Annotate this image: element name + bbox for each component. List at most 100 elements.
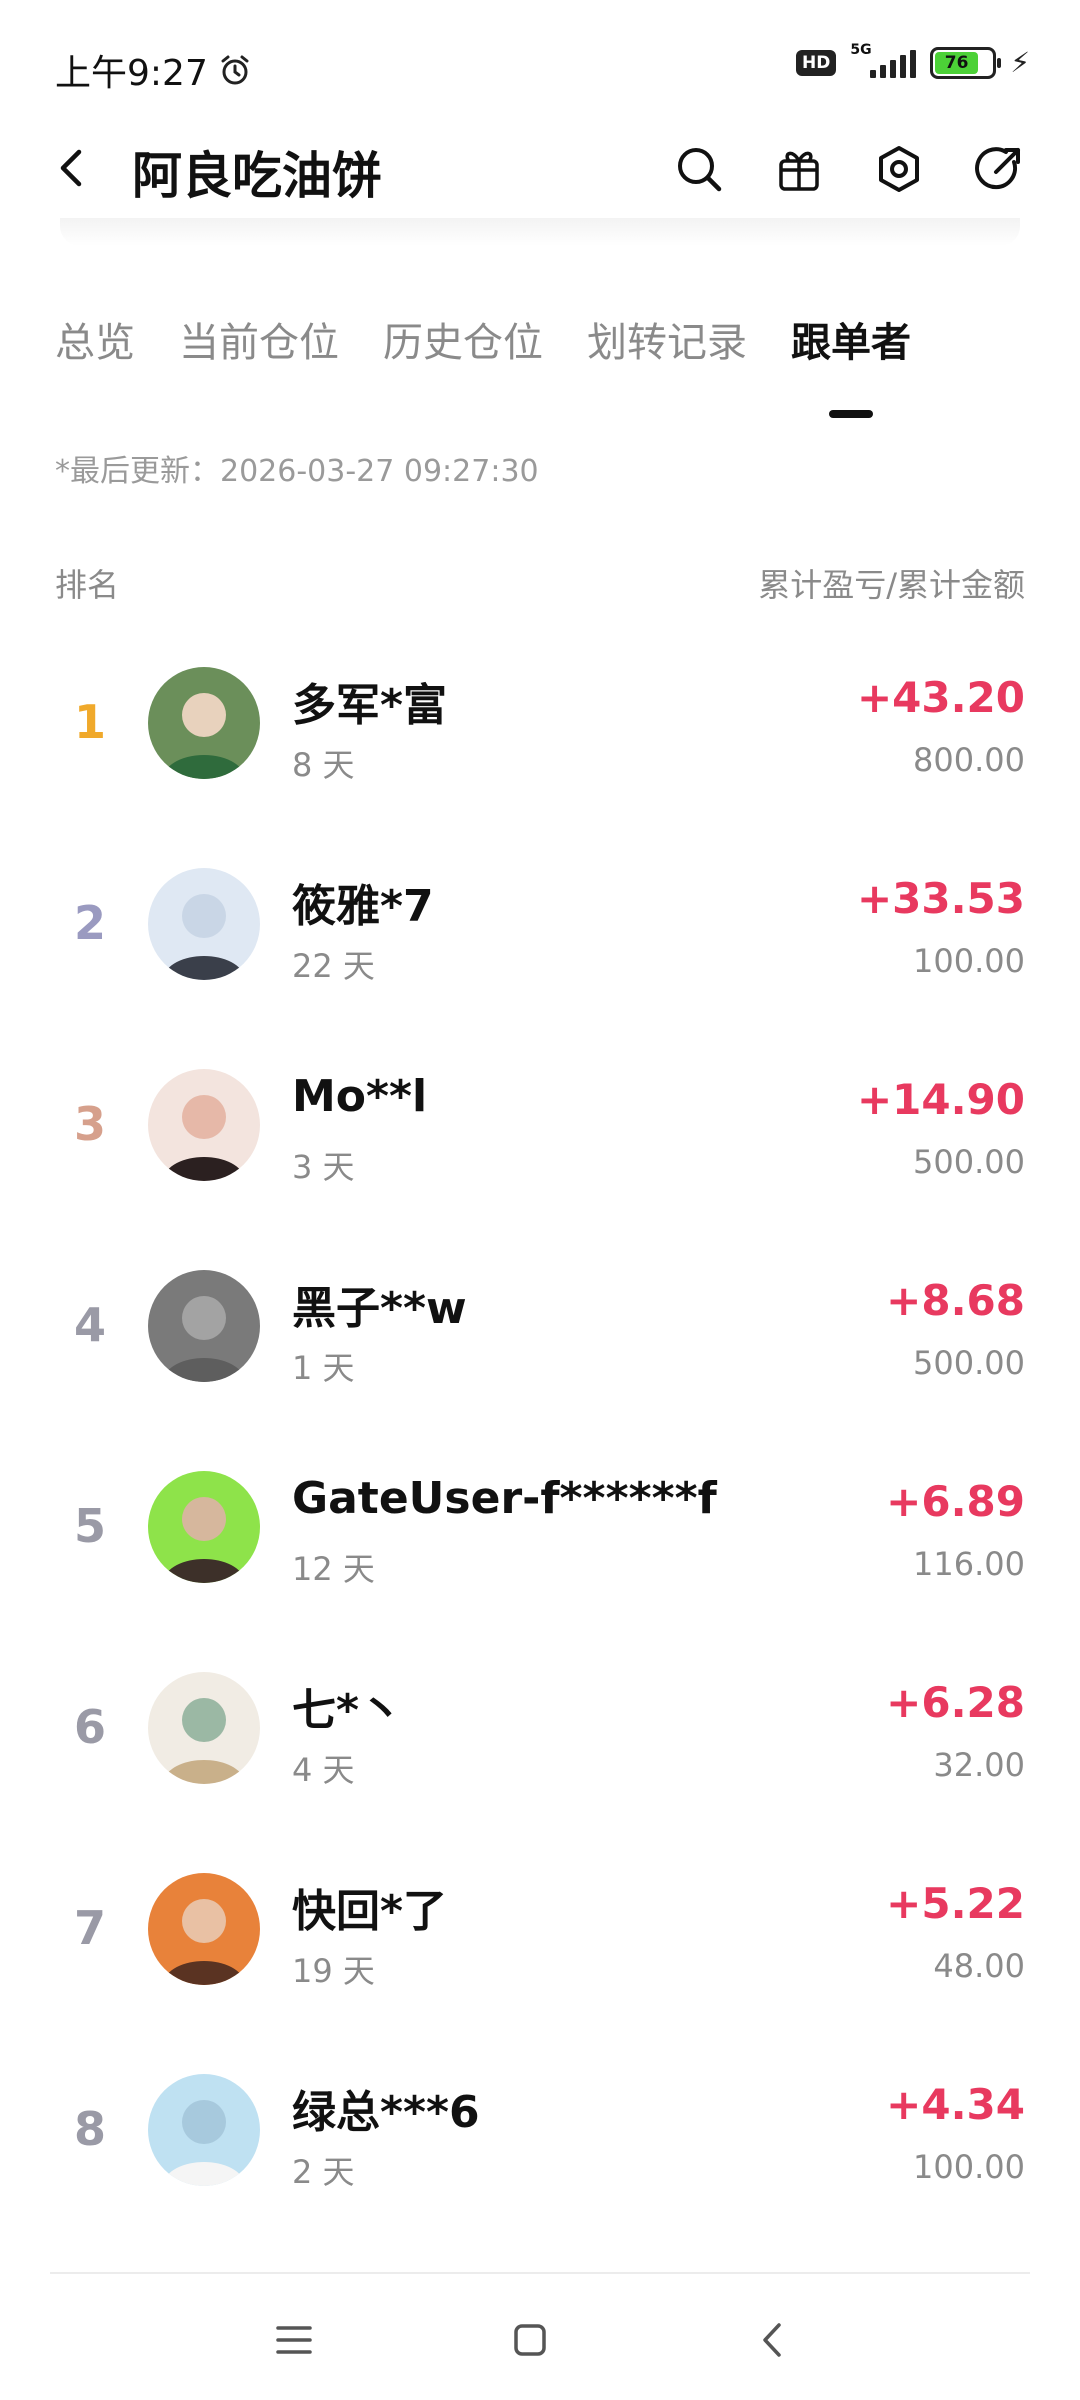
follow-days: 22 天 [292,947,375,985]
follow-days: 19 天 [292,1952,375,1990]
settings-button[interactable] [868,138,930,200]
avatar-image [148,1873,260,1985]
rank-number: 1 [73,695,106,749]
avatar-image [148,868,260,980]
cumulative-amount: 48.00 [933,1947,1025,1985]
status-bar: 上午9:27 HD 5G 76 ⚡ [0,0,1080,130]
follower-row[interactable]: 8 绿总***6 2 天 +4.34 100.00 [0,2032,1080,2233]
tab-bar: 总览 当前仓位 历史仓位 划转记录 跟单者 [55,310,911,418]
nav-back-button[interactable] [742,2310,802,2370]
cumulative-amount: 32.00 [933,1746,1025,1784]
follower-row[interactable]: 6 七*丶 4 天 +6.28 32.00 [0,1630,1080,1831]
avatar[interactable] [148,1471,260,1583]
tab-label: 当前仓位 [179,320,339,366]
nav-divider [50,2272,1030,2274]
tab-label: 历史仓位 [383,320,543,366]
rank-number: 4 [73,1298,106,1352]
nav-back-icon [763,2323,781,2357]
status-indicators: HD 5G 76 ⚡ [795,42,1030,79]
avatar-image [148,1471,260,1583]
rank-number: 8 [73,2102,106,2156]
tab-label: 划转记录 [587,320,747,366]
cumulative-pnl: +14.90 [856,1075,1025,1124]
alarm-icon [221,55,249,85]
network-type: 5G [850,41,872,58]
signal-icon: 5G [850,42,917,78]
follow-days: 8 天 [292,746,355,784]
avatar[interactable] [148,1069,260,1181]
share-button[interactable] [968,138,1030,200]
follower-row[interactable]: 3 Mo**l 3 天 +14.90 500.00 [0,1027,1080,1228]
tab-label: 总览 [55,320,135,366]
search-button[interactable] [668,138,730,200]
battery-percent: 76 [944,52,969,73]
search-icon [678,148,722,192]
menu-button[interactable] [264,2310,324,2370]
follower-row[interactable]: 2 筱雅*7 22 天 +33.53 100.00 [0,826,1080,1027]
cumulative-pnl: +6.89 [886,1477,1025,1526]
follower-name: 多军*富 [292,680,448,731]
follow-days: 4 天 [292,1751,355,1789]
follow-days: 3 天 [292,1148,355,1186]
cumulative-amount: 100.00 [913,2148,1025,2186]
header-actions [668,138,1030,200]
tab-current-positions[interactable]: 当前仓位 [179,310,339,368]
rank-number: 3 [73,1097,106,1151]
active-tab-indicator [829,410,873,418]
status-time-text: 上午9:27 [55,53,208,94]
home-button[interactable] [500,2310,560,2370]
column-pnl-amount: 累计盈亏/累计金额 [758,566,1025,604]
battery-icon: 76 [930,46,1002,79]
cumulative-amount: 100.00 [913,942,1025,980]
cumulative-amount: 800.00 [913,741,1025,779]
avatar[interactable] [148,1270,260,1382]
cumulative-pnl: +43.20 [856,673,1025,722]
follow-days: 12 天 [292,1550,375,1588]
app-header: 阿良吃油饼 [0,120,1080,220]
follower-name: Mo**l [292,1071,428,1122]
back-button[interactable] [42,138,102,198]
follower-name: 快回*了 [292,1886,448,1937]
avatar[interactable] [148,868,260,980]
avatar-image [148,1672,260,1784]
home-square-icon [514,2324,546,2356]
cumulative-pnl: +5.22 [886,1879,1025,1928]
gift-button[interactable] [768,138,830,200]
follower-row[interactable]: 1 多军*富 8 天 +43.20 800.00 [0,625,1080,826]
follower-name: GateUser-f******f [292,1473,717,1524]
tab-label: 跟单者 [791,320,911,366]
cumulative-amount: 500.00 [913,1143,1025,1181]
follow-days: 2 天 [292,2153,355,2191]
tab-transfer-records[interactable]: 划转记录 [587,310,747,368]
status-time: 上午9:27 [55,44,252,96]
follower-list: 1 多军*富 8 天 +43.20 800.00 2 筱雅*7 22 天 +33… [0,625,1080,2233]
avatar-image [148,667,260,779]
follower-row[interactable]: 4 黑子**w 1 天 +8.68 500.00 [0,1228,1080,1429]
hd-badge: HD [795,49,837,76]
rank-number: 2 [73,896,106,950]
cumulative-pnl: +33.53 [856,874,1025,923]
share-icon [975,147,1020,190]
cumulative-pnl: +4.34 [886,2080,1025,2129]
tab-overview[interactable]: 总览 [55,310,135,368]
rank-number: 5 [73,1499,106,1553]
avatar-image [148,2074,260,2186]
back-arrow-icon [60,149,82,187]
avatar[interactable] [148,1873,260,1985]
header-shadow [60,218,1020,246]
last-updated: *最后更新：2026-03-27 09:27:30 [55,454,539,489]
charging-icon: ⚡ [1010,46,1030,79]
rank-number: 6 [73,1700,106,1754]
page-title: 阿良吃油饼 [132,147,382,205]
avatar[interactable] [148,2074,260,2186]
avatar[interactable] [148,667,260,779]
follower-name: 筱雅*7 [292,881,434,932]
follower-row[interactable]: 7 快回*了 19 天 +5.22 48.00 [0,1831,1080,2032]
tab-history-positions[interactable]: 历史仓位 [383,310,543,368]
tab-followers[interactable]: 跟单者 [791,310,911,418]
follower-row[interactable]: 5 GateUser-f******f 12 天 +6.89 116.00 [0,1429,1080,1630]
avatar[interactable] [148,1672,260,1784]
gift-icon [779,151,819,191]
follow-days: 1 天 [292,1349,355,1387]
cumulative-pnl: +6.28 [886,1678,1025,1727]
